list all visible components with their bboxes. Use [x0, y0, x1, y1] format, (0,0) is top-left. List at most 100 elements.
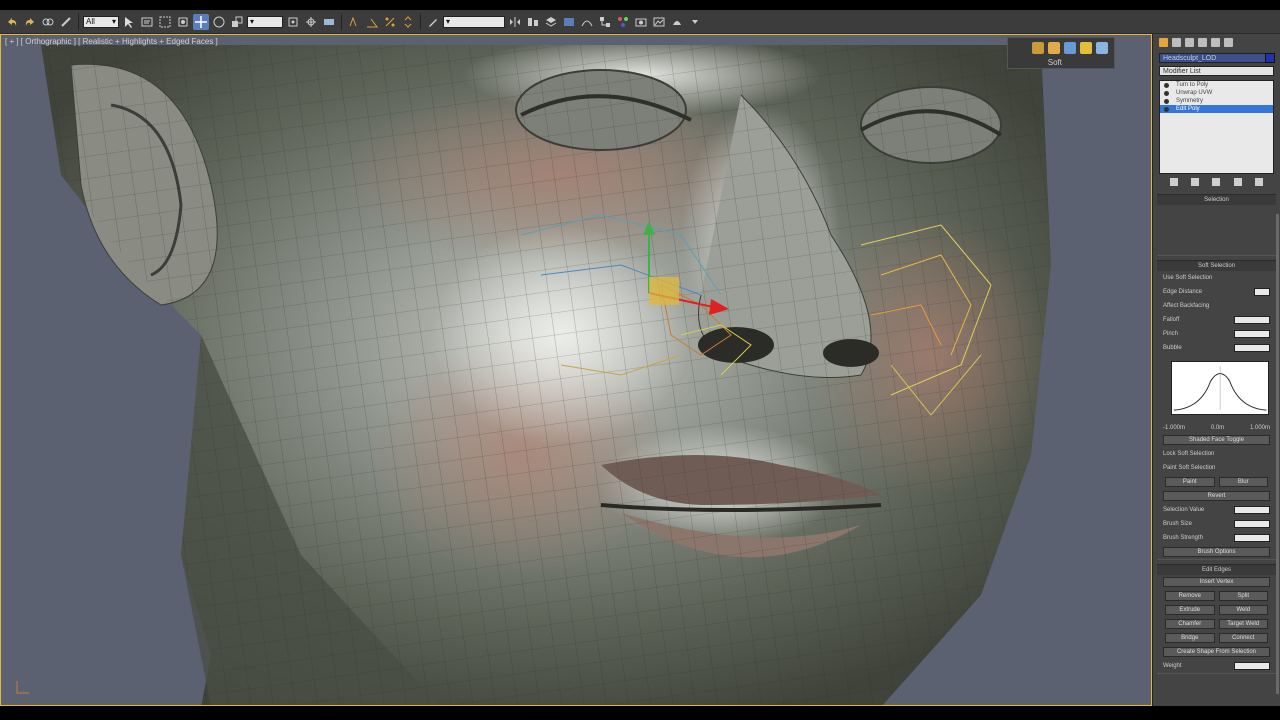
weld-button[interactable]: Weld — [1218, 605, 1268, 615]
target-weld-button[interactable]: Target Weld — [1218, 619, 1268, 629]
curve-editor-icon[interactable] — [579, 14, 595, 30]
angle-snap-icon[interactable] — [364, 14, 380, 30]
rendered-frame-icon[interactable] — [651, 14, 667, 30]
create-shape-button[interactable]: Create Shape From Selection — [1163, 647, 1270, 657]
move-icon[interactable] — [193, 13, 209, 30]
display-tab-icon[interactable] — [1211, 37, 1220, 47]
perspective-viewport[interactable]: [ + ] [ Orthographic ] [ Realistic + Hig… — [0, 34, 1152, 706]
snap-toggle-icon[interactable] — [346, 14, 362, 30]
affect-backfacing-label: Affect Backfacing — [1163, 303, 1210, 309]
object-color-swatch[interactable] — [1265, 53, 1275, 63]
motion-tab-icon[interactable] — [1198, 37, 1207, 47]
percent-snap-icon[interactable] — [382, 14, 398, 30]
display-icon[interactable] — [1064, 42, 1076, 54]
split-button[interactable]: Split — [1218, 591, 1268, 601]
unlink-icon[interactable] — [58, 14, 74, 30]
bubble-field[interactable] — [1234, 344, 1270, 352]
stack-item-selected[interactable]: Edit Poly — [1160, 105, 1273, 113]
scale-icon[interactable] — [229, 14, 245, 30]
edge-distance-field[interactable] — [1254, 288, 1270, 296]
selection-value-field[interactable] — [1234, 506, 1270, 514]
soft-selection-rollout-header[interactable]: Soft Selection — [1157, 261, 1276, 271]
create-tab-icon[interactable] — [1159, 37, 1168, 47]
paint-button[interactable]: Paint — [1165, 477, 1215, 487]
weight-label: Weight — [1163, 663, 1182, 669]
edge-distance-label: Edge Distance — [1163, 289, 1203, 295]
use-soft-selection-row[interactable]: Use Soft Selection — [1157, 271, 1276, 285]
command-panel-scrollbar[interactable] — [1276, 214, 1279, 694]
align-icon[interactable] — [525, 14, 541, 30]
keyboard-shortcut-icon[interactable] — [321, 14, 337, 30]
material-editor-icon[interactable] — [615, 14, 631, 30]
separator — [78, 13, 79, 30]
window-crossing-icon[interactable] — [175, 14, 191, 30]
settings-icon[interactable] — [1080, 42, 1092, 54]
bulb-icon[interactable] — [1164, 107, 1169, 112]
select-manipulate-icon[interactable] — [303, 14, 319, 30]
graphite-ribbon-icon[interactable] — [561, 14, 577, 30]
edit-edges-rollout-header[interactable]: Edit Edges — [1157, 565, 1276, 575]
render-setup-icon[interactable] — [633, 14, 649, 30]
make-unique-icon[interactable] — [1212, 178, 1221, 186]
render-production-icon[interactable] — [669, 14, 685, 30]
weight-field[interactable] — [1234, 662, 1270, 670]
create-selection-set-dropdown[interactable]: ▾ — [443, 15, 505, 28]
remove-button[interactable]: Remove — [1165, 591, 1215, 601]
link-icon[interactable] — [40, 14, 56, 30]
falloff-field[interactable] — [1234, 316, 1270, 324]
brush-options-button[interactable]: Brush Options — [1163, 547, 1270, 557]
affect-backfacing-row[interactable]: Affect Backfacing — [1157, 299, 1276, 313]
schematic-view-icon[interactable] — [597, 14, 613, 30]
viewport-label[interactable]: [ + ] [ Orthographic ] [ Realistic + Hig… — [5, 37, 218, 46]
selection-filter-value: All — [86, 17, 95, 26]
paint-brush-icon[interactable] — [1032, 42, 1044, 54]
head-model-render[interactable] — [1, 35, 1152, 706]
redo-icon[interactable] — [22, 14, 38, 30]
remove-modifier-icon[interactable] — [1233, 178, 1242, 186]
show-end-result-icon[interactable] — [1191, 178, 1200, 186]
layers-icon[interactable] — [543, 14, 559, 30]
window-icon[interactable] — [1096, 42, 1108, 54]
pinch-field[interactable] — [1234, 330, 1270, 338]
mirror-icon[interactable] — [507, 14, 523, 30]
utilities-tab-icon[interactable] — [1224, 37, 1233, 47]
select-object-icon[interactable] — [121, 14, 137, 30]
pin-stack-icon[interactable] — [1169, 178, 1178, 186]
dropdown-arrow-icon[interactable] — [687, 14, 703, 30]
configure-sets-icon[interactable] — [1255, 178, 1264, 186]
bulb-icon[interactable] — [1164, 99, 1169, 104]
pinch-label: Pinch — [1163, 331, 1179, 337]
connect-button[interactable]: Connect — [1218, 633, 1268, 643]
reference-coordinate-dropdown[interactable]: ▾ — [247, 15, 283, 28]
edit-named-selection-icon[interactable] — [425, 14, 441, 30]
rotate-icon[interactable] — [211, 14, 227, 30]
stack-item[interactable]: Turn to Poly — [1160, 81, 1273, 89]
revert-button[interactable]: Revert — [1163, 491, 1270, 501]
brush-strength-field[interactable] — [1234, 534, 1270, 542]
brush-size-field[interactable] — [1234, 520, 1270, 528]
stack-item[interactable]: Symmetry — [1160, 97, 1273, 105]
modify-tab-icon[interactable] — [1172, 37, 1181, 47]
insert-vertex-button[interactable]: Insert Vertex — [1163, 577, 1270, 587]
bulb-icon[interactable] — [1164, 91, 1169, 96]
chamfer-button[interactable]: Chamfer — [1165, 619, 1215, 629]
shaded-face-toggle-button[interactable]: Shaded Face Toggle — [1163, 435, 1270, 445]
selection-filter-dropdown[interactable]: All ▾ — [83, 15, 119, 28]
bulb-icon[interactable] — [1164, 83, 1169, 88]
hierarchy-tab-icon[interactable] — [1185, 37, 1194, 47]
selection-rollout-header[interactable]: Selection — [1157, 195, 1276, 205]
pivot-center-icon[interactable] — [285, 14, 301, 30]
extrude-button[interactable]: Extrude — [1165, 605, 1215, 615]
blur-button[interactable]: Blur — [1218, 477, 1268, 487]
modifier-list-dropdown[interactable]: Modifier List — [1159, 66, 1274, 76]
soft-select-icon[interactable] — [1048, 42, 1060, 54]
undo-icon[interactable] — [4, 14, 20, 30]
stack-item[interactable]: Unwrap UVW — [1160, 89, 1273, 97]
spinner-snap-icon[interactable] — [400, 14, 416, 30]
chamfer-target-weld-row: Chamfer Target Weld — [1157, 617, 1276, 631]
lock-soft-selection-row[interactable]: Lock Soft Selection — [1157, 447, 1276, 461]
object-name-field[interactable]: Headsculpt_LOD — [1159, 53, 1275, 63]
select-by-name-icon[interactable] — [139, 14, 155, 30]
rect-select-icon[interactable] — [157, 14, 173, 30]
bridge-button[interactable]: Bridge — [1165, 633, 1215, 643]
